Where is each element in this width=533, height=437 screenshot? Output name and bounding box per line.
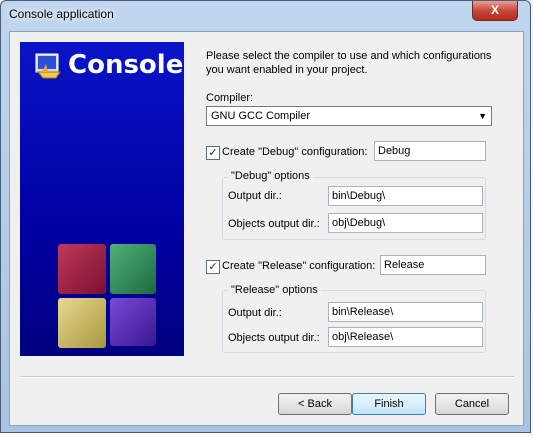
banner-title: Console <box>68 50 184 80</box>
close-button[interactable]: X <box>472 1 518 21</box>
wizard-banner: Console <box>20 42 184 356</box>
release-options-title: "Release" options <box>228 284 321 296</box>
release-config-label: Create "Release" configuration: <box>222 260 376 272</box>
compiler-label: Compiler: <box>206 92 254 104</box>
compiler-select[interactable]: GNU GCC Compiler ▼ <box>206 106 492 126</box>
release-config-checkbox[interactable]: ✓ <box>206 260 220 274</box>
debug-config-label: Create "Debug" configuration: <box>222 146 368 158</box>
debug-config-name-input[interactable]: Debug <box>374 141 486 161</box>
debug-obj-dir-input[interactable]: obj\Debug\ <box>328 213 483 233</box>
console-logo-icon <box>35 53 61 79</box>
debug-obj-dir-label: Objects output dir.: <box>228 218 320 230</box>
release-output-dir-label: Output dir.: <box>228 307 282 319</box>
release-obj-dir-input[interactable]: obj\Release\ <box>328 327 483 347</box>
release-config-name-input[interactable]: Release <box>380 255 486 275</box>
debug-output-dir-input[interactable]: bin\Debug\ <box>328 186 483 206</box>
release-obj-dir-label: Objects output dir.: <box>228 332 320 344</box>
release-output-dir-input[interactable]: bin\Release\ <box>328 302 483 322</box>
back-button[interactable]: < Back <box>278 393 352 415</box>
compiler-selected-value: GNU GCC Compiler <box>211 110 311 122</box>
intro-text: Please select the compiler to use and wh… <box>206 50 492 76</box>
button-separator <box>20 376 514 378</box>
dropdown-arrow-icon[interactable]: ▼ <box>478 107 487 125</box>
dialog-client-area: Console Please select the compiler to us… <box>9 31 524 426</box>
cancel-button[interactable]: Cancel <box>435 393 509 415</box>
dialog-window: Console application X Console Please sel… <box>0 0 531 433</box>
debug-config-checkbox[interactable]: ✓ <box>206 146 220 160</box>
codeblocks-cubes-icon <box>58 244 156 348</box>
debug-output-dir-label: Output dir.: <box>228 190 282 202</box>
window-title: Console application <box>9 7 114 21</box>
debug-options-title: "Debug" options <box>228 170 313 182</box>
finish-button[interactable]: Finish <box>352 393 426 415</box>
